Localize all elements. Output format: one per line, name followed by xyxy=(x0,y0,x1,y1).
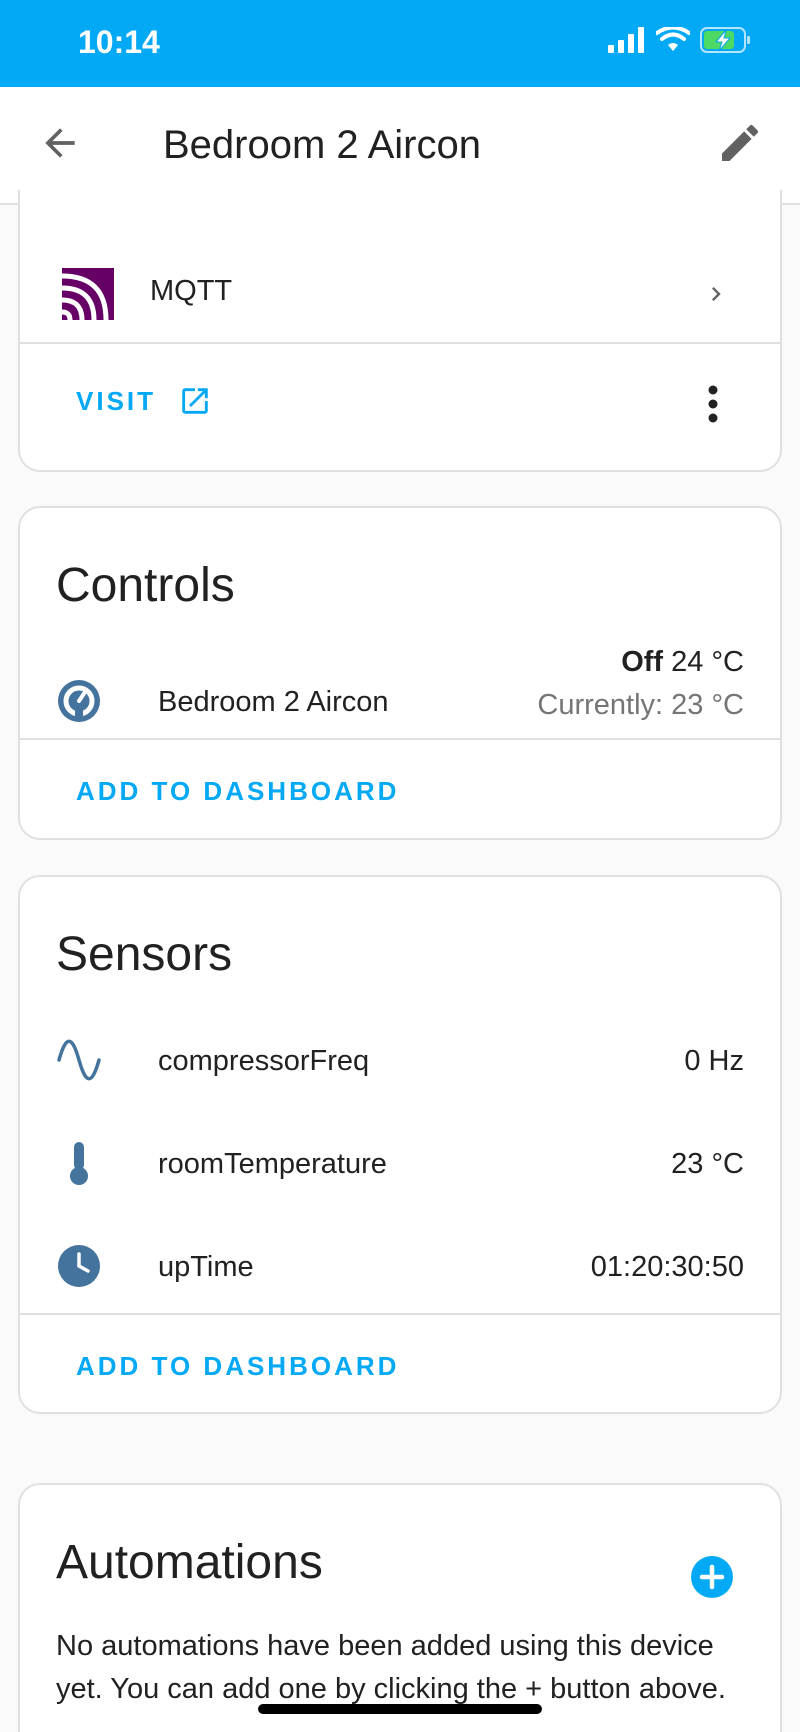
sensor-row[interactable]: roomTemperature 23 °C xyxy=(20,1112,780,1216)
climate-current-temp: Currently: 23 °C xyxy=(537,689,744,721)
clock-icon xyxy=(58,1245,100,1287)
integration-row[interactable]: MQTT xyxy=(20,190,780,344)
thermostat-icon xyxy=(58,680,100,722)
sensors-card: Sensors compressorFreq 0 Hz roomTemperat… xyxy=(18,875,782,1414)
sensor-name: roomTemperature xyxy=(158,1148,387,1180)
divider xyxy=(20,738,780,740)
sensor-row[interactable]: compressorFreq 0 Hz xyxy=(20,1009,780,1113)
climate-state: Off 24 °C xyxy=(621,646,744,679)
device-info-card: MQTT VISIT xyxy=(18,190,782,472)
chevron-right-icon xyxy=(712,287,721,301)
divider xyxy=(20,1313,780,1315)
add-circle-icon[interactable] xyxy=(690,1555,734,1599)
wifi-icon xyxy=(656,27,690,51)
pencil-icon[interactable] xyxy=(716,119,764,167)
add-to-dashboard-button[interactable]: ADD TO DASHBOARD xyxy=(76,1351,399,1382)
page-title: Bedroom 2 Aircon xyxy=(163,123,481,167)
status-bar: 10:14 xyxy=(0,0,800,87)
visit-button[interactable]: VISIT xyxy=(76,384,212,418)
add-to-dashboard-button[interactable]: ADD TO DASHBOARD xyxy=(76,776,399,807)
controls-card: Controls Bedroom 2 Aircon Off 24 °C Curr… xyxy=(18,506,782,840)
status-time: 10:14 xyxy=(78,24,160,60)
sensor-value: 23 °C xyxy=(671,1148,744,1180)
sensor-name: upTime xyxy=(158,1251,254,1283)
sensor-value: 01:20:30:50 xyxy=(590,1251,744,1283)
automations-card: Automations No automations have been add… xyxy=(18,1483,782,1732)
back-arrow-icon[interactable] xyxy=(38,121,82,165)
automations-title: Automations xyxy=(56,1536,323,1589)
sine-wave-icon xyxy=(57,1039,101,1081)
climate-target-temp: 24 °C xyxy=(671,646,744,678)
visit-row: VISIT xyxy=(20,344,780,470)
mqtt-icon xyxy=(62,268,114,320)
signal-icon xyxy=(608,27,644,53)
climate-entity-name: Bedroom 2 Aircon xyxy=(158,686,389,718)
visit-label: VISIT xyxy=(76,385,157,416)
sensors-title: Sensors xyxy=(56,928,233,981)
open-in-new-icon xyxy=(182,388,208,414)
thermometer-icon xyxy=(70,1142,88,1185)
climate-state-label: Off xyxy=(621,646,664,678)
climate-entity-row[interactable]: Bedroom 2 Aircon Off 24 °C Currently: 23… xyxy=(20,644,780,746)
sensor-value: 0 Hz xyxy=(684,1045,744,1077)
app-header: Bedroom 2 Aircon xyxy=(0,87,800,205)
home-indicator[interactable] xyxy=(258,1704,542,1714)
sensor-row[interactable]: upTime 01:20:30:50 xyxy=(20,1215,780,1319)
controls-title: Controls xyxy=(56,559,235,612)
integration-name: MQTT xyxy=(150,275,233,307)
automations-empty-text: No automations have been added using thi… xyxy=(56,1630,726,1705)
more-vertical-icon[interactable] xyxy=(706,384,720,424)
sensor-name: compressorFreq xyxy=(158,1045,370,1077)
status-icons xyxy=(608,26,752,54)
battery-charging-icon xyxy=(700,27,750,53)
